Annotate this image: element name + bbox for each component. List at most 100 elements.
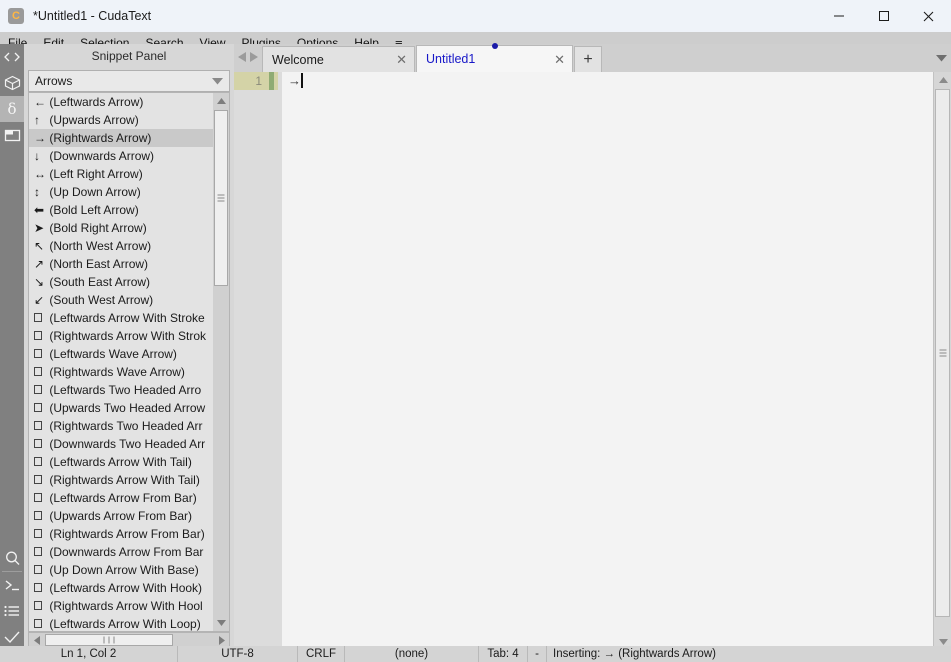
snippet-glyph: ➤ xyxy=(34,219,46,237)
search-icon[interactable] xyxy=(0,545,24,571)
close-icon[interactable]: ✕ xyxy=(554,53,565,66)
chevron-left-icon[interactable] xyxy=(238,49,246,67)
editor-vscroll-thumb[interactable] xyxy=(935,89,950,617)
snippet-list-item[interactable]: ↖ (North West Arrow) xyxy=(29,237,214,255)
snippet-label: (Downwards Two Headed Arr xyxy=(46,437,205,451)
scroll-up-icon[interactable] xyxy=(213,93,229,109)
maximize-icon[interactable] xyxy=(861,0,906,32)
terminal-icon[interactable] xyxy=(0,572,24,598)
missing-glyph-icon xyxy=(34,471,46,489)
tab-welcome[interactable]: Welcome ✕ xyxy=(262,46,415,72)
grip-icon xyxy=(102,637,117,644)
line-number: 1 xyxy=(234,72,278,90)
minimize-icon[interactable] xyxy=(816,0,861,32)
scroll-left-icon[interactable] xyxy=(29,633,44,647)
snippet-list-item[interactable]: ⬅ (Bold Left Arrow) xyxy=(29,201,214,219)
snippet-category-combo[interactable]: Arrows xyxy=(28,70,230,92)
app-icon: C xyxy=(8,8,24,24)
snippet-list-item[interactable]: (Leftwards Arrow With Tail) xyxy=(29,453,214,471)
snippet-glyph: ↓ xyxy=(34,147,46,165)
chevron-down-icon[interactable] xyxy=(931,44,951,72)
snippet-list-item[interactable]: (Leftwards Wave Arrow) xyxy=(29,345,214,363)
snippet-list-item[interactable]: ➤ (Bold Right Arrow) xyxy=(29,219,214,237)
code-icon[interactable] xyxy=(0,44,24,70)
add-tab-button[interactable]: + xyxy=(574,46,602,72)
status-message: Inserting: → (Rightwards Arrow) xyxy=(547,646,947,662)
snippet-list-item[interactable]: ↑ (Upwards Arrow) xyxy=(29,111,214,129)
missing-glyph-icon xyxy=(34,507,46,525)
missing-glyph-icon xyxy=(34,579,46,597)
missing-glyph-icon xyxy=(34,597,46,615)
snippet-list-item[interactable]: → (Rightwards Arrow) xyxy=(29,129,214,147)
tab-welcome-label: Welcome xyxy=(263,53,324,67)
tab-untitled1[interactable]: Untitled1 ✕ xyxy=(416,45,573,72)
snippet-list-item[interactable]: (Rightwards Arrow From Bar) xyxy=(29,525,214,543)
snippet-list-vscrollbar[interactable] xyxy=(213,93,229,631)
snippet-list-item[interactable]: ↗ (North East Arrow) xyxy=(29,255,214,273)
folder-icon[interactable] xyxy=(0,122,24,148)
scroll-right-icon[interactable] xyxy=(214,633,229,647)
snippet-list-item[interactable]: (Rightwards Arrow With Hool xyxy=(29,597,214,615)
snippet-list-vscroll-thumb[interactable] xyxy=(214,110,228,286)
snippet-list-hscroll-thumb[interactable] xyxy=(45,634,173,646)
snippet-list-item[interactable]: ← (Leftwards Arrow) xyxy=(29,93,214,111)
scroll-down-icon[interactable] xyxy=(213,615,229,631)
missing-glyph-icon xyxy=(34,381,46,399)
snippet-list-item[interactable]: ↔ (Left Right Arrow) xyxy=(29,165,214,183)
missing-glyph-icon xyxy=(34,453,46,471)
editor-body[interactable]: 1 → xyxy=(234,72,951,650)
snippet-list-item[interactable]: ↕ (Up Down Arrow) xyxy=(29,183,214,201)
missing-glyph-icon xyxy=(34,561,46,579)
snippet-label: (Bold Right Arrow) xyxy=(46,221,147,235)
snippet-list-item[interactable]: ↘ (South East Arrow) xyxy=(29,273,214,291)
snippet-list-item[interactable]: (Rightwards Wave Arrow) xyxy=(29,363,214,381)
tab-nav-buttons xyxy=(234,44,262,72)
status-lexer[interactable]: (none) xyxy=(345,646,479,662)
editor-vscrollbar[interactable] xyxy=(933,72,951,650)
snippet-list-item[interactable]: (Leftwards Arrow With Stroke xyxy=(29,309,214,327)
tofu-box-icon xyxy=(34,547,42,556)
status-caret[interactable]: Ln 1, Col 2 xyxy=(0,646,178,662)
snippet-glyph: ↘ xyxy=(34,273,46,291)
snippet-glyph: ← xyxy=(34,93,46,111)
close-icon[interactable] xyxy=(906,0,951,32)
snippet-list[interactable]: ← (Leftwards Arrow)↑ (Upwards Arrow)→ (R… xyxy=(28,92,230,632)
status-tab-size[interactable]: Tab: 4 xyxy=(479,646,528,662)
tofu-box-icon xyxy=(34,565,42,574)
snippet-list-item[interactable]: (Downwards Arrow From Bar xyxy=(29,543,214,561)
close-icon[interactable]: ✕ xyxy=(396,53,407,66)
snippet-list-item[interactable]: (Rightwards Arrow With Tail) xyxy=(29,471,214,489)
snippet-list-item[interactable]: ↙ (South West Arrow) xyxy=(29,291,214,309)
tofu-box-icon xyxy=(34,601,42,610)
snippet-list-item[interactable]: (Downwards Two Headed Arr xyxy=(29,435,214,453)
sidebar-rail: δ xyxy=(0,44,24,650)
tofu-box-icon xyxy=(34,583,42,592)
snippet-list-item[interactable]: (Rightwards Arrow With Strok xyxy=(29,327,214,345)
snippet-list-item[interactable]: (Leftwards Two Headed Arro xyxy=(29,381,214,399)
snippet-label: (Upwards Arrow) xyxy=(46,113,139,127)
snippet-list-rows: ← (Leftwards Arrow)↑ (Upwards Arrow)→ (R… xyxy=(29,93,214,632)
editor-gutter: 1 xyxy=(234,72,282,650)
package-icon[interactable] xyxy=(0,70,24,96)
status-line-ends[interactable]: CRLF xyxy=(298,646,345,662)
scroll-up-icon[interactable] xyxy=(934,72,951,88)
snippet-list-item[interactable]: (Up Down Arrow With Base) xyxy=(29,561,214,579)
snippet-list-item[interactable]: (Leftwards Arrow From Bar) xyxy=(29,489,214,507)
snippet-label: (Downwards Arrow From Bar xyxy=(46,545,203,559)
snippet-glyph: ↙ xyxy=(34,291,46,309)
list-icon[interactable] xyxy=(0,598,24,624)
editor-text[interactable]: → xyxy=(282,72,933,650)
snippet-label: (Leftwards Arrow With Loop) xyxy=(46,617,201,631)
snippet-list-item[interactable]: (Rightwards Two Headed Arr xyxy=(29,417,214,435)
snippet-list-item[interactable]: ↓ (Downwards Arrow) xyxy=(29,147,214,165)
chevron-right-icon[interactable] xyxy=(250,49,258,67)
status-encoding[interactable]: UTF-8 xyxy=(178,646,298,662)
delta-icon[interactable]: δ xyxy=(0,96,24,122)
snippet-list-item[interactable]: (Upwards Two Headed Arrow xyxy=(29,399,214,417)
snippet-label: (Up Down Arrow) xyxy=(46,185,141,199)
missing-glyph-icon xyxy=(34,417,46,435)
snippet-list-item[interactable]: (Leftwards Arrow With Hook) xyxy=(29,579,214,597)
snippet-list-item[interactable]: (Leftwards Arrow With Loop) xyxy=(29,615,214,632)
chevron-down-icon[interactable] xyxy=(212,72,223,90)
snippet-list-item[interactable]: (Upwards Arrow From Bar) xyxy=(29,507,214,525)
